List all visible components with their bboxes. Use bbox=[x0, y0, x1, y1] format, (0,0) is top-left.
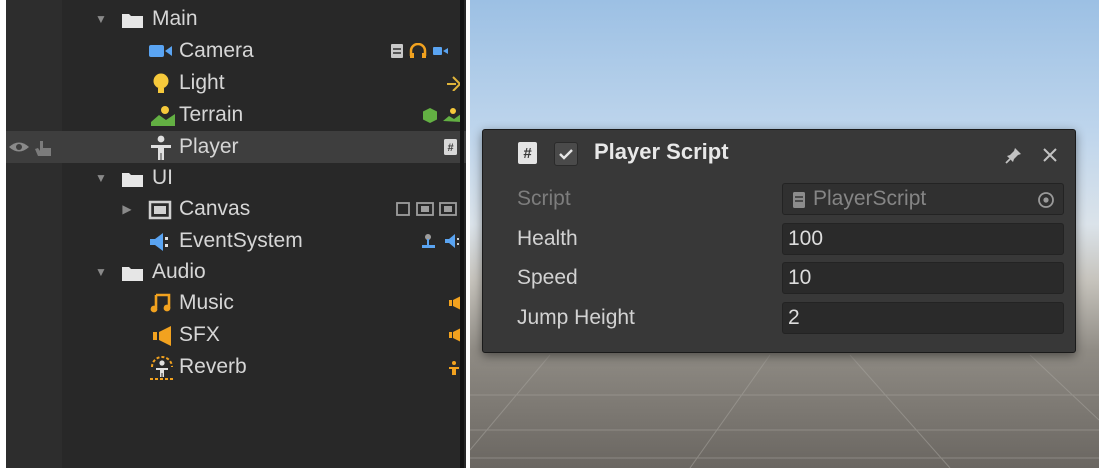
svg-text:#: # bbox=[523, 145, 532, 162]
pickable-hand-icon[interactable] bbox=[34, 139, 54, 157]
cube-icon bbox=[423, 108, 437, 123]
hierarchy-item-label: Terrain bbox=[179, 103, 244, 126]
jump-height-field[interactable]: 2 bbox=[782, 302, 1064, 334]
hierarchy-item-reverb[interactable]: Reverb bbox=[6, 351, 466, 383]
reverb-zone-icon bbox=[150, 356, 174, 380]
hierarchy-item-label: Player bbox=[179, 135, 239, 158]
canvas-icon bbox=[148, 200, 172, 220]
hierarchy-item-label: SFX bbox=[179, 323, 220, 346]
script-icon bbox=[391, 44, 403, 58]
camera-icon bbox=[433, 47, 448, 55]
player-icon bbox=[151, 135, 171, 160]
hierarchy-item-label: UI bbox=[152, 166, 173, 189]
terrain-icon bbox=[443, 108, 461, 122]
hierarchy-item-label: Music bbox=[179, 291, 234, 314]
script-label: Script bbox=[517, 187, 571, 210]
foldout-expanded-icon[interactable]: ▼ bbox=[94, 162, 108, 194]
panel-divider[interactable] bbox=[460, 0, 464, 468]
audio-listener-icon bbox=[409, 43, 427, 58]
hierarchy-item-sfx[interactable]: SFX bbox=[6, 319, 466, 351]
object-picker-icon[interactable] bbox=[1037, 191, 1055, 209]
folder-icon bbox=[122, 267, 143, 281]
enabled-checkbox[interactable] bbox=[554, 142, 578, 166]
pin-icon[interactable] bbox=[1005, 146, 1023, 164]
inspector-popup: # Player Script Script PlayerScript Heal… bbox=[482, 129, 1076, 353]
folder-icon bbox=[122, 14, 143, 28]
music-note-icon bbox=[150, 293, 171, 313]
hierarchy-item-label: EventSystem bbox=[179, 229, 303, 252]
event-system-icon bbox=[150, 233, 168, 251]
hierarchy-item-label: Reverb bbox=[179, 355, 247, 378]
jump-height-label: Jump Height bbox=[517, 306, 635, 329]
hierarchy-item-terrain[interactable]: Terrain bbox=[6, 99, 466, 131]
camera-icon bbox=[149, 45, 172, 57]
hierarchy-item-label: Canvas bbox=[179, 197, 251, 220]
hierarchy-item-music[interactable]: Music bbox=[6, 287, 466, 319]
speaker-icon bbox=[153, 326, 171, 346]
hierarchy-item-camera[interactable]: Camera bbox=[6, 35, 466, 67]
hierarchy-item-light[interactable]: Light bbox=[6, 67, 466, 99]
speed-value: 10 bbox=[788, 266, 812, 289]
close-icon[interactable] bbox=[1041, 146, 1059, 164]
script-icon: # bbox=[518, 142, 537, 164]
health-value: 100 bbox=[788, 227, 824, 250]
hierarchy-item-label: Audio bbox=[152, 260, 206, 283]
health-field[interactable]: 100 bbox=[782, 223, 1064, 255]
hierarchy-item-canvas[interactable]: ▶ Canvas bbox=[6, 193, 466, 225]
canvas-icon bbox=[416, 202, 434, 216]
script-icon bbox=[793, 192, 805, 208]
eventsystem-components bbox=[422, 234, 459, 248]
script-field: PlayerScript bbox=[782, 183, 1064, 215]
light-bulb-icon bbox=[153, 73, 169, 93]
canvas-components bbox=[396, 202, 457, 216]
jump-height-value: 2 bbox=[788, 306, 800, 329]
speed-field[interactable]: 10 bbox=[782, 262, 1064, 294]
speed-label: Speed bbox=[517, 266, 578, 289]
hierarchy-panel: ▼ Main Camera Light Terrain Player # ▼ U… bbox=[6, 0, 466, 468]
hierarchy-item-ui[interactable]: ▼ UI bbox=[6, 162, 466, 194]
hierarchy-item-main[interactable]: ▼ Main bbox=[6, 3, 466, 35]
script-icon: # bbox=[444, 139, 457, 155]
rect-transform-icon bbox=[396, 202, 410, 216]
event-system-icon bbox=[445, 234, 459, 248]
foldout-expanded-icon[interactable]: ▼ bbox=[94, 3, 108, 35]
health-label: Health bbox=[517, 227, 578, 250]
inspector-title: Player Script bbox=[594, 139, 729, 164]
hierarchy-item-eventsystem[interactable]: EventSystem bbox=[6, 225, 466, 257]
visibility-eye-icon[interactable] bbox=[8, 140, 30, 154]
script-value: PlayerScript bbox=[813, 187, 927, 210]
checkmark-icon bbox=[559, 149, 573, 160]
foldout-collapsed-icon[interactable]: ▶ bbox=[120, 193, 134, 225]
camera-components bbox=[391, 43, 448, 58]
terrain-icon bbox=[151, 106, 175, 126]
canvas-icon bbox=[439, 202, 457, 216]
event-trigger-icon bbox=[422, 234, 435, 248]
hierarchy-item-audio[interactable]: ▼ Audio bbox=[6, 256, 466, 288]
hierarchy-item-player[interactable]: Player # bbox=[6, 131, 466, 163]
inspector-header: # Player Script bbox=[483, 130, 1075, 174]
svg-text:#: # bbox=[447, 142, 453, 154]
hierarchy-item-label: Light bbox=[179, 71, 225, 94]
terrain-components bbox=[423, 108, 461, 123]
hierarchy-item-label: Main bbox=[152, 7, 198, 30]
foldout-expanded-icon[interactable]: ▼ bbox=[94, 256, 108, 288]
hierarchy-item-label: Camera bbox=[179, 39, 254, 62]
folder-icon bbox=[122, 173, 143, 187]
